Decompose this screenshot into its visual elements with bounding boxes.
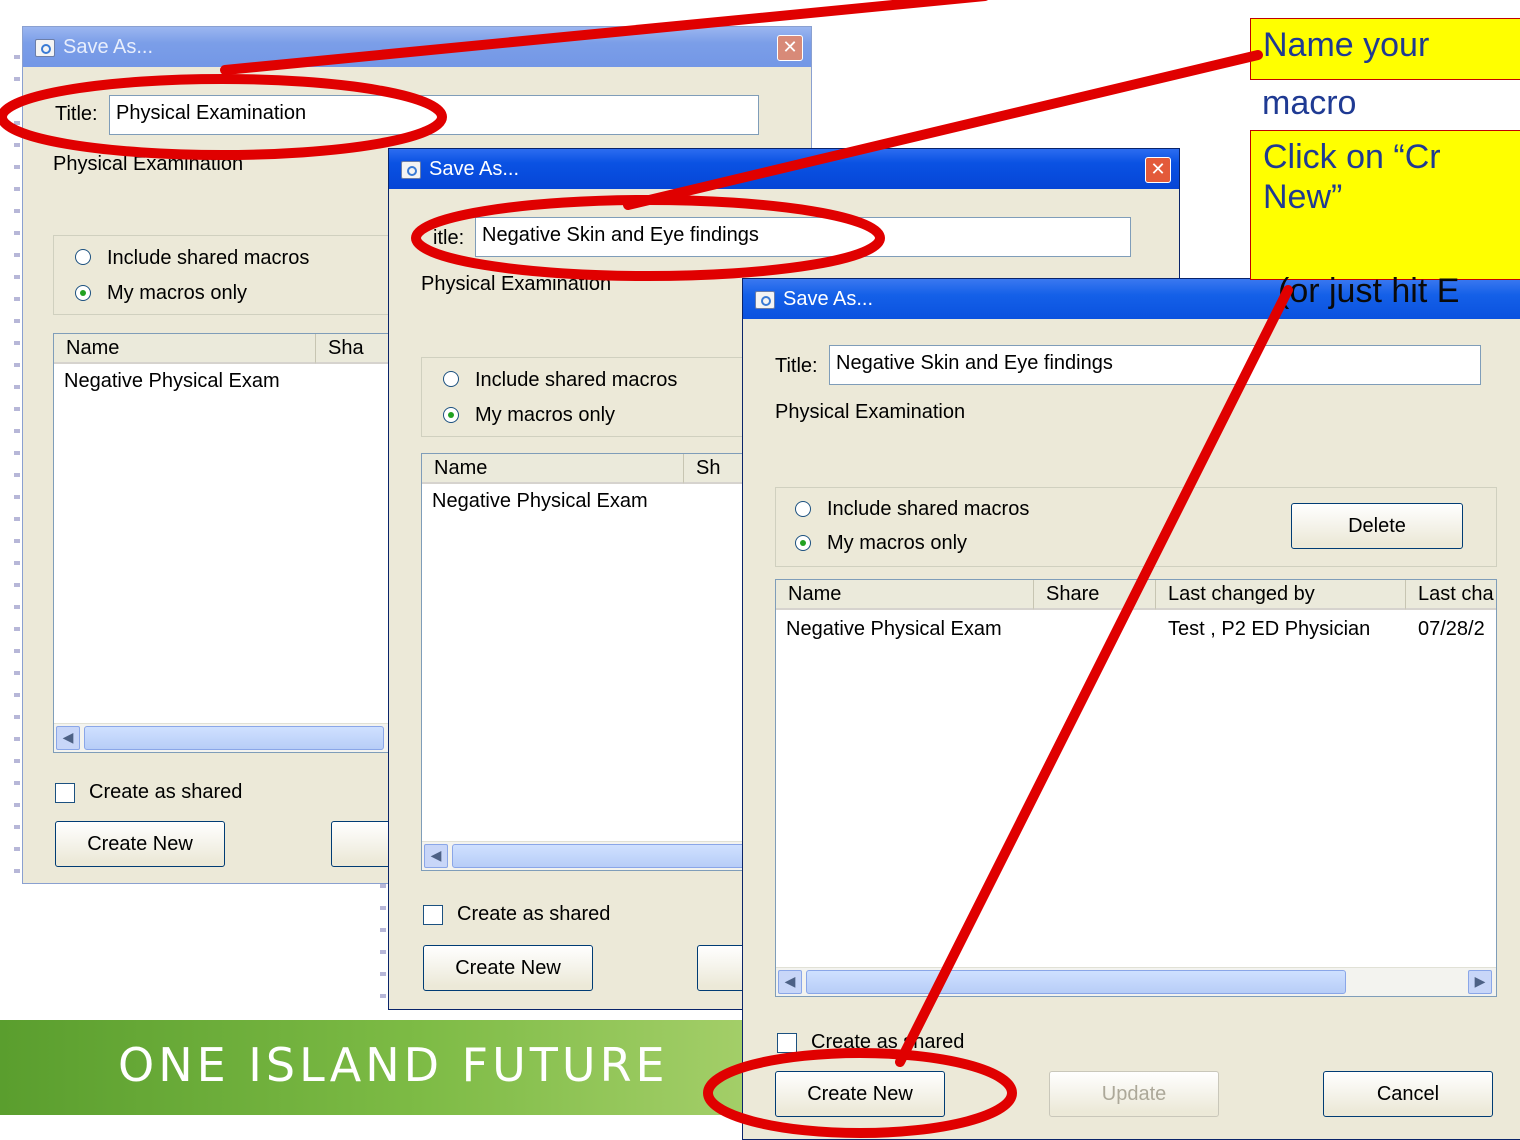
column-header-shared[interactable]: Share (1034, 580, 1156, 610)
create-as-shared-label: Create as shared (89, 781, 243, 803)
title-label: itle: (433, 227, 465, 249)
scroll-left-icon[interactable]: ◀ (56, 726, 80, 750)
my-macros-radio[interactable] (795, 535, 811, 551)
delete-button[interactable]: Delete (1291, 503, 1463, 549)
scroll-thumb[interactable] (452, 844, 752, 868)
title-input[interactable]: Negative Skin and Eye findings (829, 345, 1481, 385)
create-new-button[interactable]: Create New (423, 945, 593, 991)
include-shared-label: Include shared macros (107, 247, 310, 269)
include-shared-label: Include shared macros (827, 498, 1030, 520)
callout-text: Click on “Cr (1263, 138, 1441, 176)
folder-label: Physical Examination (53, 153, 244, 175)
scroll-left-icon[interactable]: ◀ (424, 844, 448, 868)
my-macros-radio[interactable] (443, 407, 459, 423)
include-shared-radio[interactable] (75, 249, 91, 265)
column-header-name[interactable]: Name (776, 580, 1034, 610)
create-as-shared-checkbox[interactable] (777, 1033, 797, 1053)
create-as-shared-label: Create as shared (457, 903, 611, 925)
my-macros-label: My macros only (827, 532, 968, 554)
callout-text-continued: macro (1262, 84, 1357, 122)
title-label: Title: (55, 103, 98, 125)
save-as-window-icon (401, 161, 421, 179)
create-new-button[interactable]: Create New (775, 1071, 945, 1117)
window-title: Save As... (429, 158, 520, 180)
my-macros-label: My macros only (475, 404, 616, 426)
save-as-window-icon (755, 291, 775, 309)
cancel-button[interactable]: Cancel (1323, 1071, 1493, 1117)
create-as-shared-label: Create as shared (811, 1031, 965, 1053)
save-as-window-icon (35, 39, 55, 57)
scroll-right-icon[interactable]: ▶ (1468, 970, 1492, 994)
include-shared-label: Include shared macros (475, 369, 678, 391)
close-icon[interactable]: ✕ (1145, 157, 1171, 183)
list-item[interactable]: Negative Physical Exam (432, 490, 648, 513)
scroll-thumb[interactable] (806, 970, 1346, 994)
save-as-dialog-3: Save As... Title: Negative Skin and Eye … (742, 278, 1520, 1140)
create-new-button[interactable]: Create New (55, 821, 225, 867)
create-as-shared-checkbox[interactable] (423, 905, 443, 925)
my-macros-label: My macros only (107, 282, 248, 304)
name-macro-callout: Name your (1250, 18, 1520, 80)
macro-list[interactable]: Name Share Last changed by Last cha Nega… (775, 579, 1497, 997)
column-header-name[interactable]: Name (422, 454, 684, 484)
list-item-changed: 07/28/2 (1418, 618, 1485, 640)
column-header-last-changed-by[interactable]: Last changed by (1156, 580, 1406, 610)
close-icon[interactable]: ✕ (777, 35, 803, 61)
callout-text: New” (1263, 178, 1343, 216)
scroll-left-icon[interactable]: ◀ (778, 970, 802, 994)
column-header-name[interactable]: Name (54, 334, 316, 364)
create-new-callout: Click on “Cr New” (1250, 130, 1520, 280)
title-input[interactable]: Negative Skin and Eye findings (475, 217, 1131, 257)
scroll-thumb[interactable] (84, 726, 384, 750)
background-window-edge (14, 55, 20, 875)
window-title: Save As... (63, 36, 154, 58)
title-input[interactable]: Physical Examination (109, 95, 759, 135)
banner-text: ONE ISLAND FUTURE (118, 1038, 669, 1092)
column-header-last-changed[interactable]: Last cha (1406, 580, 1496, 610)
list-item-name[interactable]: Negative Physical Exam (786, 618, 1002, 641)
title-bar[interactable]: Save As... ✕ (23, 27, 811, 67)
title-bar[interactable]: Save As... ✕ (389, 149, 1179, 189)
include-shared-radio[interactable] (443, 371, 459, 387)
callout-text-continued: (or just hit E (1278, 272, 1460, 310)
folder-label: Physical Examination (421, 273, 612, 295)
list-item-changed-by: Test , P2 ED Physician (1168, 618, 1371, 640)
window-title: Save As... (783, 288, 874, 310)
title-label: Title: (775, 355, 818, 377)
callout-text: Name your (1263, 26, 1430, 64)
horizontal-scrollbar[interactable]: ◀ ▶ (776, 967, 1496, 996)
update-button[interactable]: Update (1049, 1071, 1219, 1117)
list-item[interactable]: Negative Physical Exam (64, 370, 280, 393)
folder-label: Physical Examination (775, 401, 966, 423)
include-shared-radio[interactable] (795, 501, 811, 517)
create-as-shared-checkbox[interactable] (55, 783, 75, 803)
my-macros-radio[interactable] (75, 285, 91, 301)
footer-banner: ONE ISLAND FUTURE (0, 1020, 760, 1115)
